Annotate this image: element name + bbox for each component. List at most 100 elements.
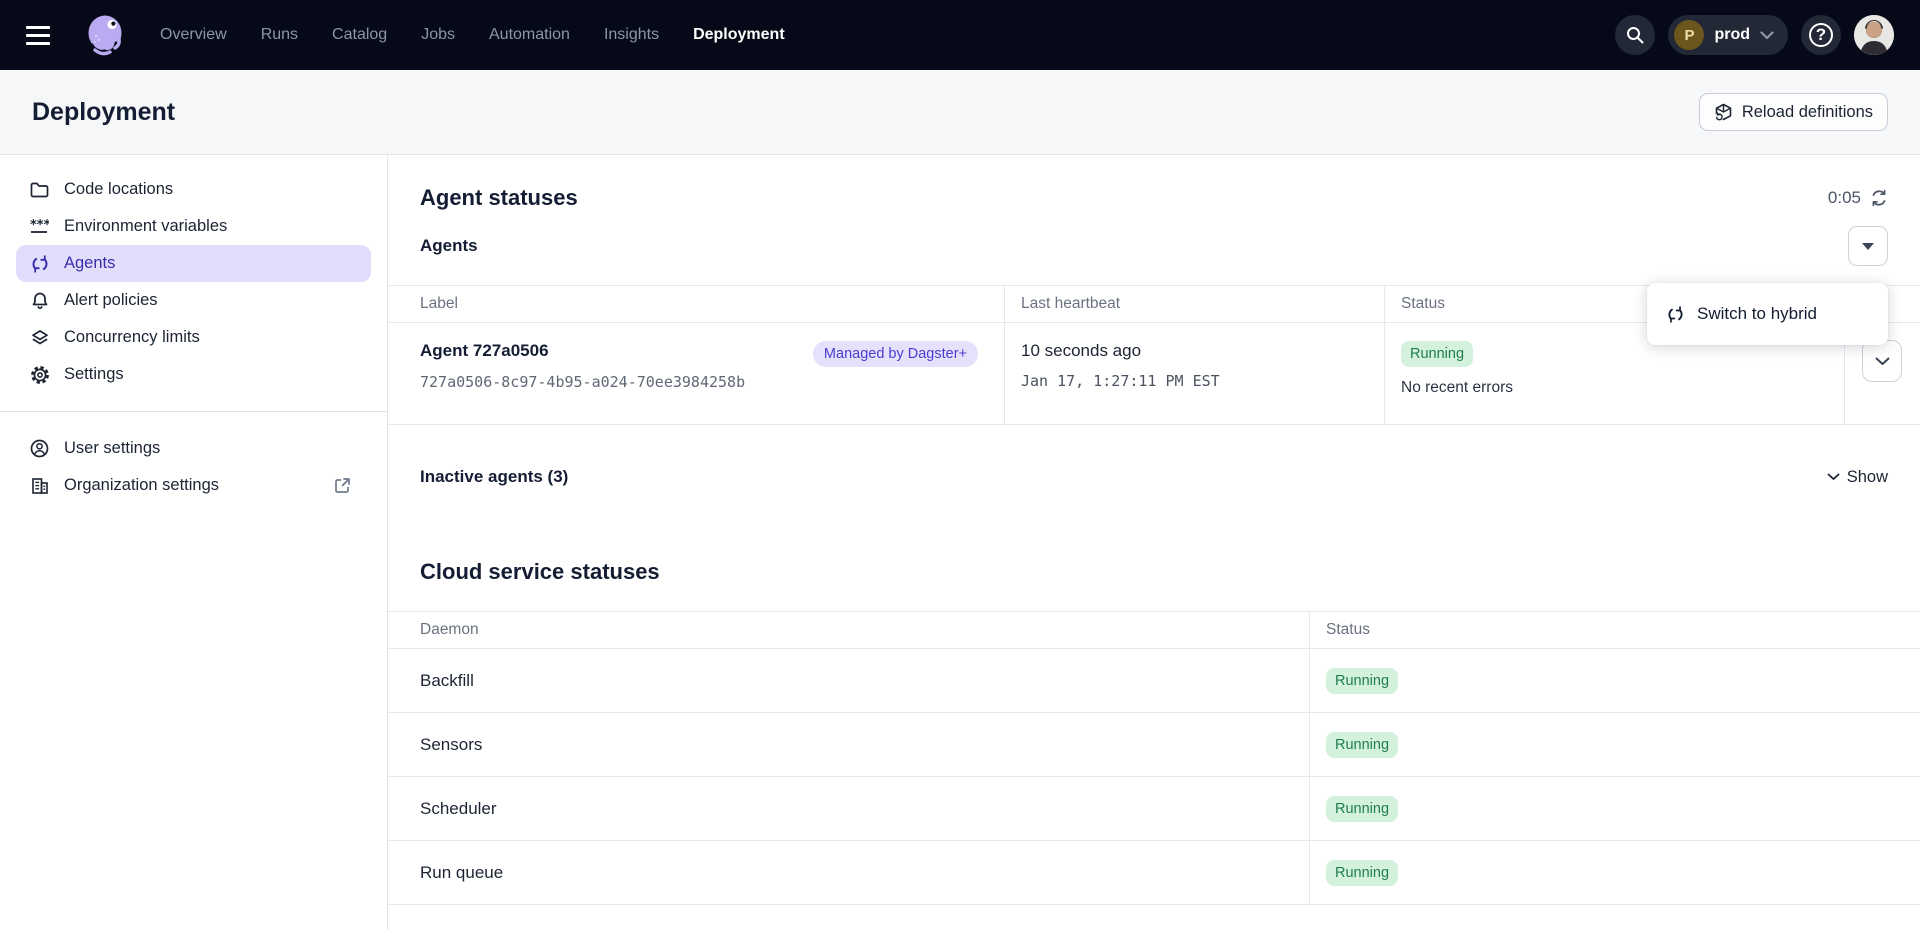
chevron-down-icon [1760, 31, 1774, 40]
page-title: Deployment [32, 98, 175, 127]
daemon-row-backfill: Backfill Running [388, 649, 1920, 713]
column-header-daemon: Daemon [388, 612, 1310, 648]
agent-cycle-icon [30, 255, 49, 273]
building-icon [30, 477, 49, 495]
masked-value-icon: *** [30, 219, 49, 235]
managed-badge: Managed by Dagster+ [813, 341, 978, 367]
daemon-name: Run queue [388, 841, 1310, 904]
show-toggle-label: Show [1847, 468, 1888, 487]
user-avatar[interactable] [1854, 15, 1894, 55]
agent-heartbeat-cell: 10 seconds ago Jan 17, 1:27:11 PM EST [1005, 323, 1385, 424]
folder-icon [30, 182, 49, 198]
nav-item-jobs[interactable]: Jobs [421, 26, 455, 44]
nav-item-automation[interactable]: Automation [489, 26, 570, 44]
refresh-icon[interactable] [1870, 189, 1888, 207]
status-badge: Running [1326, 668, 1398, 694]
svg-text:***: *** [30, 219, 49, 233]
help-icon: ? [1809, 23, 1833, 47]
sidebar-item-code-locations[interactable]: Code locations [0, 171, 387, 208]
cloud-service-statuses-title: Cloud service statuses [388, 559, 1920, 585]
app-root: Overview Runs Catalog Jobs Automation In… [0, 0, 1920, 930]
sidebar-item-label: Agents [64, 254, 115, 273]
search-button[interactable] [1615, 15, 1655, 55]
search-icon [1625, 25, 1645, 45]
daemon-name: Sensors [388, 713, 1310, 776]
agents-actions-dropdown-button[interactable] [1848, 226, 1888, 266]
menu-item-switch-to-hybrid[interactable]: Switch to hybrid [1647, 283, 1888, 345]
daemon-row-run-queue: Run queue Running [388, 841, 1920, 905]
sidebar-item-organization-settings[interactable]: Organization settings [0, 467, 387, 504]
nav-item-deployment[interactable]: Deployment [693, 26, 785, 44]
external-link-icon [334, 477, 351, 494]
content-area: Agent statuses 0:05 Agents [388, 155, 1920, 930]
nav-item-runs[interactable]: Runs [261, 26, 298, 44]
menu-item-label: Switch to hybrid [1697, 304, 1817, 324]
status-badge: Running [1326, 860, 1398, 886]
sidebar-item-label: User settings [64, 439, 160, 458]
sidebar-item-label: Settings [64, 365, 124, 384]
sidebar-item-concurrency-limits[interactable]: Concurrency limits [0, 319, 387, 356]
heartbeat-timestamp: Jan 17, 1:27:11 PM EST [1021, 372, 1368, 390]
column-header-status: Status [1310, 612, 1920, 648]
avatar-photo-icon [1854, 15, 1894, 55]
sidebar-item-environment-variables[interactable]: *** Environment variables [0, 208, 387, 245]
sidebar-item-settings[interactable]: Settings [0, 356, 387, 393]
user-circle-icon [30, 439, 49, 458]
sidebar-divider [0, 411, 387, 412]
deployment-initial-badge: P [1674, 20, 1704, 50]
reload-definitions-label: Reload definitions [1742, 103, 1873, 122]
help-button[interactable]: ? [1801, 15, 1841, 55]
top-nav-right: P prod ? [1615, 15, 1894, 55]
heartbeat-relative: 10 seconds ago [1021, 341, 1368, 361]
daemon-row-sensors: Sensors Running [388, 713, 1920, 777]
inactive-agents-header: Inactive agents (3) Show [388, 455, 1920, 499]
refresh-countdown-value: 0:05 [1828, 188, 1861, 208]
sidebar-item-user-settings[interactable]: User settings [0, 430, 387, 467]
deployment-switcher[interactable]: P prod [1668, 15, 1788, 55]
refresh-countdown: 0:05 [1828, 188, 1888, 208]
status-note: No recent errors [1401, 379, 1828, 397]
status-badge: Running [1401, 341, 1473, 367]
status-badge: Running [1326, 732, 1398, 758]
sidebar-item-alert-policies[interactable]: Alert policies [0, 282, 387, 319]
sidebar-item-label: Organization settings [64, 476, 219, 495]
deployment-sidebar: Code locations *** Environment variables [0, 155, 388, 930]
agent-id: 727a0506-8c97-4b95-a024-70ee3984258b [420, 373, 745, 391]
daemon-name: Backfill [388, 649, 1310, 712]
status-badge: Running [1326, 796, 1398, 822]
nav-item-overview[interactable]: Overview [160, 26, 227, 44]
sidebar-item-label: Environment variables [64, 217, 227, 236]
inactive-agents-title: Inactive agents (3) [420, 467, 568, 487]
agent-statuses-title: Agent statuses [420, 185, 578, 211]
agent-name: Agent 727a0506 [420, 341, 745, 361]
chevron-down-icon [1827, 473, 1840, 481]
cloud-table-header: Daemon Status [388, 611, 1920, 649]
inactive-agents-show-toggle[interactable]: Show [1827, 468, 1888, 487]
sidebar-item-label: Alert policies [64, 291, 158, 310]
dagster-logo-icon[interactable] [82, 12, 128, 58]
primary-nav-links: Overview Runs Catalog Jobs Automation In… [160, 26, 785, 44]
agent-actions-menu: Switch to hybrid [1647, 283, 1888, 345]
sidebar-item-label: Concurrency limits [64, 328, 200, 347]
agent-statuses-header: Agent statuses 0:05 [388, 155, 1920, 219]
bell-icon [30, 292, 49, 310]
sidebar-item-label: Code locations [64, 180, 173, 199]
layers-icon [30, 329, 49, 347]
caret-down-icon [1862, 243, 1874, 250]
nav-item-insights[interactable]: Insights [604, 26, 659, 44]
main-layout: Code locations *** Environment variables [0, 155, 1920, 930]
agent-row-expand-button[interactable] [1862, 340, 1902, 382]
column-header-last-heartbeat: Last heartbeat [1005, 286, 1385, 322]
daemon-row-scheduler: Scheduler Running [388, 777, 1920, 841]
deployment-name: prod [1714, 26, 1750, 44]
daemon-name: Scheduler [388, 777, 1310, 840]
hamburger-menu-button[interactable] [26, 20, 60, 50]
sidebar-item-agents[interactable]: Agents [16, 245, 371, 282]
page-header: Deployment Reload definitions [0, 70, 1920, 155]
chevron-down-icon [1875, 357, 1890, 366]
cloud-services-table: Daemon Status Backfill Running Sensors R… [388, 611, 1920, 905]
agents-section-title: Agents [420, 236, 478, 256]
nav-item-catalog[interactable]: Catalog [332, 26, 387, 44]
reload-code-location-icon [1714, 103, 1733, 122]
reload-definitions-button[interactable]: Reload definitions [1699, 93, 1888, 131]
